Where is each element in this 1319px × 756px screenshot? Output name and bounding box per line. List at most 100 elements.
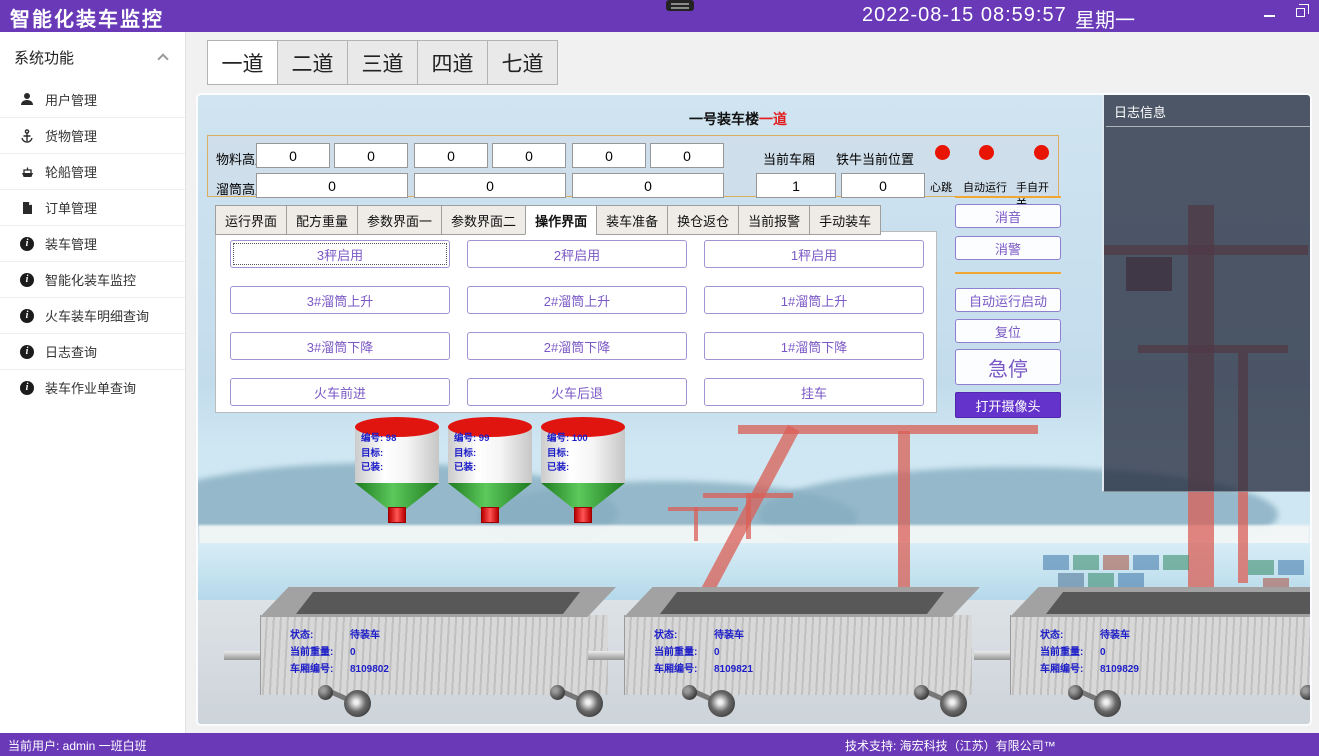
sidebar-item-label: 轮船管理 xyxy=(45,162,97,181)
wagon-wheels xyxy=(318,685,378,717)
sidebar-item-label: 装车管理 xyxy=(45,234,97,253)
emergency-stop-button[interactable]: 急停 xyxy=(955,349,1061,385)
sidebar-item-loading-mgmt[interactable]: 装车管理 xyxy=(0,225,185,261)
sidebar-header[interactable]: 系统功能 xyxy=(0,32,185,81)
chute3-up-button[interactable]: 3#溜筒上升 xyxy=(230,286,450,314)
sidebar-item-train-loading-detail[interactable]: 火车装车明细查询 xyxy=(0,297,185,333)
cargo-anchor-icon xyxy=(19,128,35,144)
chute3-down-button[interactable]: 3#溜筒下降 xyxy=(230,332,450,360)
wagon-id: 8109829 xyxy=(1100,664,1139,675)
sidebar-item-ship-mgmt[interactable]: 轮船管理 xyxy=(0,153,185,189)
wagon-8109821: 状态:待装车 当前重量:0 车厢编号:8109821 xyxy=(624,587,980,717)
info-icon xyxy=(19,308,35,324)
wagon-status: 待装车 xyxy=(1100,630,1130,641)
info-icon xyxy=(19,236,35,252)
hopper-99: 编号: 99 目标: 已装: xyxy=(448,417,532,523)
tab-lane-7[interactable]: 七道 xyxy=(487,40,558,85)
wagon-weight: 0 xyxy=(350,647,356,658)
wagon-weight: 0 xyxy=(714,647,720,658)
tab-params-1[interactable]: 参数界面一 xyxy=(357,205,442,235)
chute2-down-button[interactable]: 2#溜筒下降 xyxy=(467,332,687,360)
material-height-input-2[interactable] xyxy=(334,143,408,168)
heartbeat-label: 心跳 xyxy=(930,179,952,195)
wagon-status: 待装车 xyxy=(714,630,744,641)
sidebar-item-cargo-mgmt[interactable]: 货物管理 xyxy=(0,117,185,153)
wagon-8109829: 状态:待装车 当前重量:0 车厢编号:8109829 xyxy=(1010,587,1312,717)
scale3-enable-button[interactable]: 3秤启用 xyxy=(230,240,450,268)
sidebar-item-loading-worksheet-query[interactable]: 装车作业单查询 xyxy=(0,369,185,405)
tab-lane-2[interactable]: 二道 xyxy=(277,40,348,85)
train-reverse-button[interactable]: 火车后退 xyxy=(467,378,687,406)
monitor-scene: 一号装车楼一道 物料高度 溜筒高度 当前车厢 铁牛当前位置 心跳 自动运行 手自… xyxy=(196,93,1312,726)
scale1-enable-button[interactable]: 1秤启用 xyxy=(704,240,924,268)
tab-run-screen[interactable]: 运行界面 xyxy=(215,205,287,235)
material-height-input-4[interactable] xyxy=(492,143,566,168)
hopper-spout xyxy=(481,507,499,523)
wagon-weight: 0 xyxy=(1100,647,1106,658)
tab-lane-3[interactable]: 三道 xyxy=(347,40,418,85)
station-lane: 一道 xyxy=(759,111,787,127)
scale2-enable-button[interactable]: 2秤启用 xyxy=(467,240,687,268)
tab-manual-loading[interactable]: 手动装车 xyxy=(809,205,881,235)
hopper-spout xyxy=(574,507,592,523)
sidebar-item-user-mgmt[interactable]: 用户管理 xyxy=(0,81,185,117)
heartbeat-indicator xyxy=(935,145,950,160)
tab-current-alarms[interactable]: 当前报警 xyxy=(738,205,810,235)
chute2-up-button[interactable]: 2#溜筒上升 xyxy=(467,286,687,314)
chute1-up-button[interactable]: 1#溜筒上升 xyxy=(704,286,924,314)
wagon-wheels xyxy=(914,685,974,717)
sidebar-item-label: 火车装车明细查询 xyxy=(45,306,149,325)
reset-button[interactable]: 复位 xyxy=(955,319,1061,343)
orange-divider xyxy=(955,272,1061,274)
hopper-cone xyxy=(355,483,439,509)
info-icon xyxy=(19,344,35,360)
auto-run-start-button[interactable]: 自动运行启动 xyxy=(955,288,1061,312)
minimize-button[interactable] xyxy=(1264,15,1275,17)
tieniu-position-input[interactable] xyxy=(841,173,925,198)
tech-support: 技术支持: 海宏科技（江苏）有限公司™ xyxy=(845,737,1056,754)
tab-lane-4[interactable]: 四道 xyxy=(417,40,488,85)
menu-icon[interactable] xyxy=(666,0,694,11)
metrics-panel: 物料高度 溜筒高度 当前车厢 铁牛当前位置 心跳 自动运行 手自开关 xyxy=(207,135,1059,197)
hopper-cone xyxy=(541,483,625,509)
sidebar-item-label: 用户管理 xyxy=(45,90,97,109)
sidebar-item-smart-loading-monitor[interactable]: 智能化装车监控 xyxy=(0,261,185,297)
chute-height-input-3[interactable] xyxy=(572,173,724,198)
mute-button[interactable]: 消音 xyxy=(955,204,1061,228)
restore-window-button[interactable] xyxy=(1296,8,1305,17)
wagon-id: 8109802 xyxy=(350,664,389,675)
wagon-info: 状态:待装车 当前重量:0 车厢编号:8109802 xyxy=(290,627,389,678)
weekday: 星期一 xyxy=(1075,4,1135,33)
tab-lane-1[interactable]: 一道 xyxy=(207,40,278,85)
material-height-input-6[interactable] xyxy=(650,143,724,168)
material-height-input-3[interactable] xyxy=(414,143,488,168)
lane-tab-bar: 一道 二道 三道 四道 七道 xyxy=(207,40,557,85)
tab-bin-switch[interactable]: 换仓返仓 xyxy=(667,205,739,235)
hitch-wagon-button[interactable]: 挂车 xyxy=(704,378,924,406)
sidebar-item-order-mgmt[interactable]: 订单管理 xyxy=(0,189,185,225)
wagon-wheels xyxy=(1068,685,1128,717)
sidebar-item-log-query[interactable]: 日志查询 xyxy=(0,333,185,369)
tab-loading-prep[interactable]: 装车准备 xyxy=(596,205,668,235)
material-height-input-1[interactable] xyxy=(256,143,330,168)
material-height-input-5[interactable] xyxy=(572,143,646,168)
wagon-coupler xyxy=(974,651,1012,660)
tab-params-2[interactable]: 参数界面二 xyxy=(441,205,526,235)
current-wagon-label: 当前车厢 xyxy=(763,149,815,168)
tab-operation-screen[interactable]: 操作界面 xyxy=(525,205,597,235)
open-camera-button[interactable]: 打开摄像头 xyxy=(955,392,1061,418)
app-title: 智能化装车监控 xyxy=(10,3,164,32)
hopper-98: 编号: 98 目标: 已装: xyxy=(355,417,439,523)
current-wagon-input[interactable] xyxy=(756,173,836,198)
sidebar-item-label: 订单管理 xyxy=(45,198,97,217)
wagon-wheels xyxy=(550,685,610,717)
silence-alarm-button[interactable]: 消警 xyxy=(955,236,1061,260)
chute1-down-button[interactable]: 1#溜筒下降 xyxy=(704,332,924,360)
wagon-opening xyxy=(624,587,980,617)
chute-height-input-2[interactable] xyxy=(414,173,566,198)
hopper-info: 编号: 100 目标: 已装: xyxy=(547,432,588,476)
auto-run-label: 自动运行 xyxy=(963,179,1007,195)
train-forward-button[interactable]: 火车前进 xyxy=(230,378,450,406)
chute-height-input-1[interactable] xyxy=(256,173,408,198)
tab-recipe-weight[interactable]: 配方重量 xyxy=(286,205,358,235)
